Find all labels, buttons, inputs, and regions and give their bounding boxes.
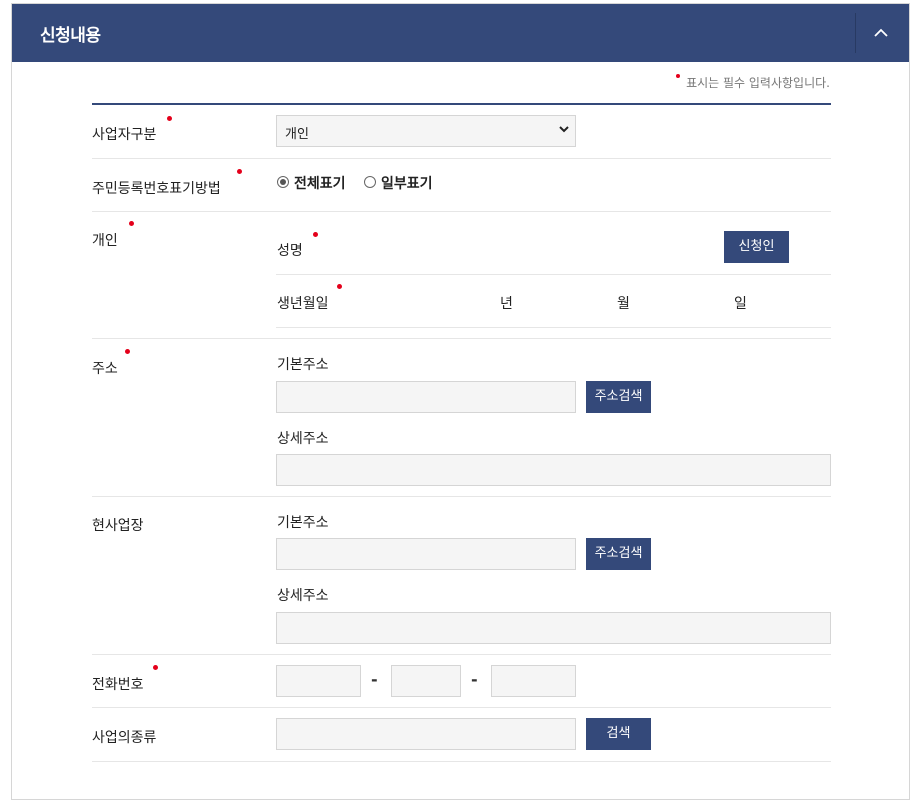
business-kind-search-button[interactable]: 검색: [586, 718, 651, 750]
individual-label: 개인: [92, 233, 118, 249]
business-type-select[interactable]: 개인: [276, 115, 576, 147]
application-panel: 신청내용 표시는 필수 입력사항입니다. 사업자구분 개인 주민등록번호표기방법…: [11, 3, 910, 800]
chevron-down-icon: [559, 126, 569, 133]
collapse-button[interactable]: [864, 16, 898, 50]
form-top-line: [92, 103, 831, 105]
business-kind-label: 사업의종류: [92, 730, 157, 746]
required-dot: [676, 74, 681, 78]
phone-label: 전화번호: [92, 677, 144, 693]
business-type-value: 개인: [285, 127, 309, 142]
panel-header: 신청내용: [12, 4, 909, 62]
rrn-full-label[interactable]: 전체표기: [294, 173, 346, 193]
required-note-text: 표시는 필수 입력사항입니다.: [686, 76, 830, 90]
address-basic-input[interactable]: [276, 381, 576, 413]
workplace-label: 현사업장: [92, 518, 144, 534]
panel-title: 신청내용: [40, 26, 101, 46]
phone-part2-input[interactable]: [391, 665, 461, 697]
required-dot: [125, 349, 130, 354]
business-kind-input[interactable]: [276, 718, 576, 750]
row-divider: [92, 761, 831, 762]
address-basic-label: 기본주소: [277, 357, 329, 373]
required-dot: [153, 665, 158, 670]
phone-separator: -: [471, 670, 478, 689]
rrn-partial-label[interactable]: 일부표기: [381, 173, 433, 193]
row-divider: [92, 338, 831, 339]
sub-row-divider: [276, 274, 831, 275]
required-note: 표시는 필수 입력사항입니다.: [676, 74, 830, 91]
chevron-up-icon: [874, 28, 888, 37]
required-dot: [313, 232, 318, 237]
workplace-basic-label: 기본주소: [277, 515, 329, 531]
row-divider: [92, 211, 831, 212]
required-dot: [337, 284, 342, 289]
required-dot: [167, 116, 172, 121]
required-dot: [237, 169, 242, 174]
workplace-detail-input[interactable]: [276, 612, 831, 644]
workplace-search-button[interactable]: 주소검색: [586, 538, 651, 570]
address-search-button[interactable]: 주소검색: [586, 381, 651, 413]
day-unit: 일: [734, 296, 747, 312]
row-divider: [92, 496, 831, 497]
rrn-partial-radio[interactable]: [364, 176, 376, 188]
row-divider: [92, 158, 831, 159]
applicant-button[interactable]: 신청인: [724, 231, 789, 263]
address-detail-label: 상세주소: [277, 431, 329, 447]
workplace-detail-label: 상세주소: [277, 588, 329, 604]
address-detail-input[interactable]: [276, 454, 831, 486]
phone-part3-input[interactable]: [491, 665, 576, 697]
rrn-display-label: 주민등록번호표기방법: [92, 181, 221, 197]
workplace-basic-input[interactable]: [276, 538, 576, 570]
birth-label: 생년월일: [277, 296, 329, 312]
required-dot: [129, 221, 134, 226]
year-unit: 년: [500, 296, 513, 312]
month-unit: 월: [617, 296, 630, 312]
header-divider: [855, 13, 856, 53]
name-label: 성명: [277, 243, 303, 259]
address-label: 주소: [92, 361, 118, 377]
business-type-label: 사업자구분: [92, 127, 157, 143]
phone-part1-input[interactable]: [276, 665, 361, 697]
sub-row-divider: [276, 327, 831, 328]
rrn-full-radio[interactable]: [277, 176, 289, 188]
row-divider: [92, 707, 831, 708]
phone-separator: -: [371, 670, 378, 689]
row-divider: [92, 654, 831, 655]
